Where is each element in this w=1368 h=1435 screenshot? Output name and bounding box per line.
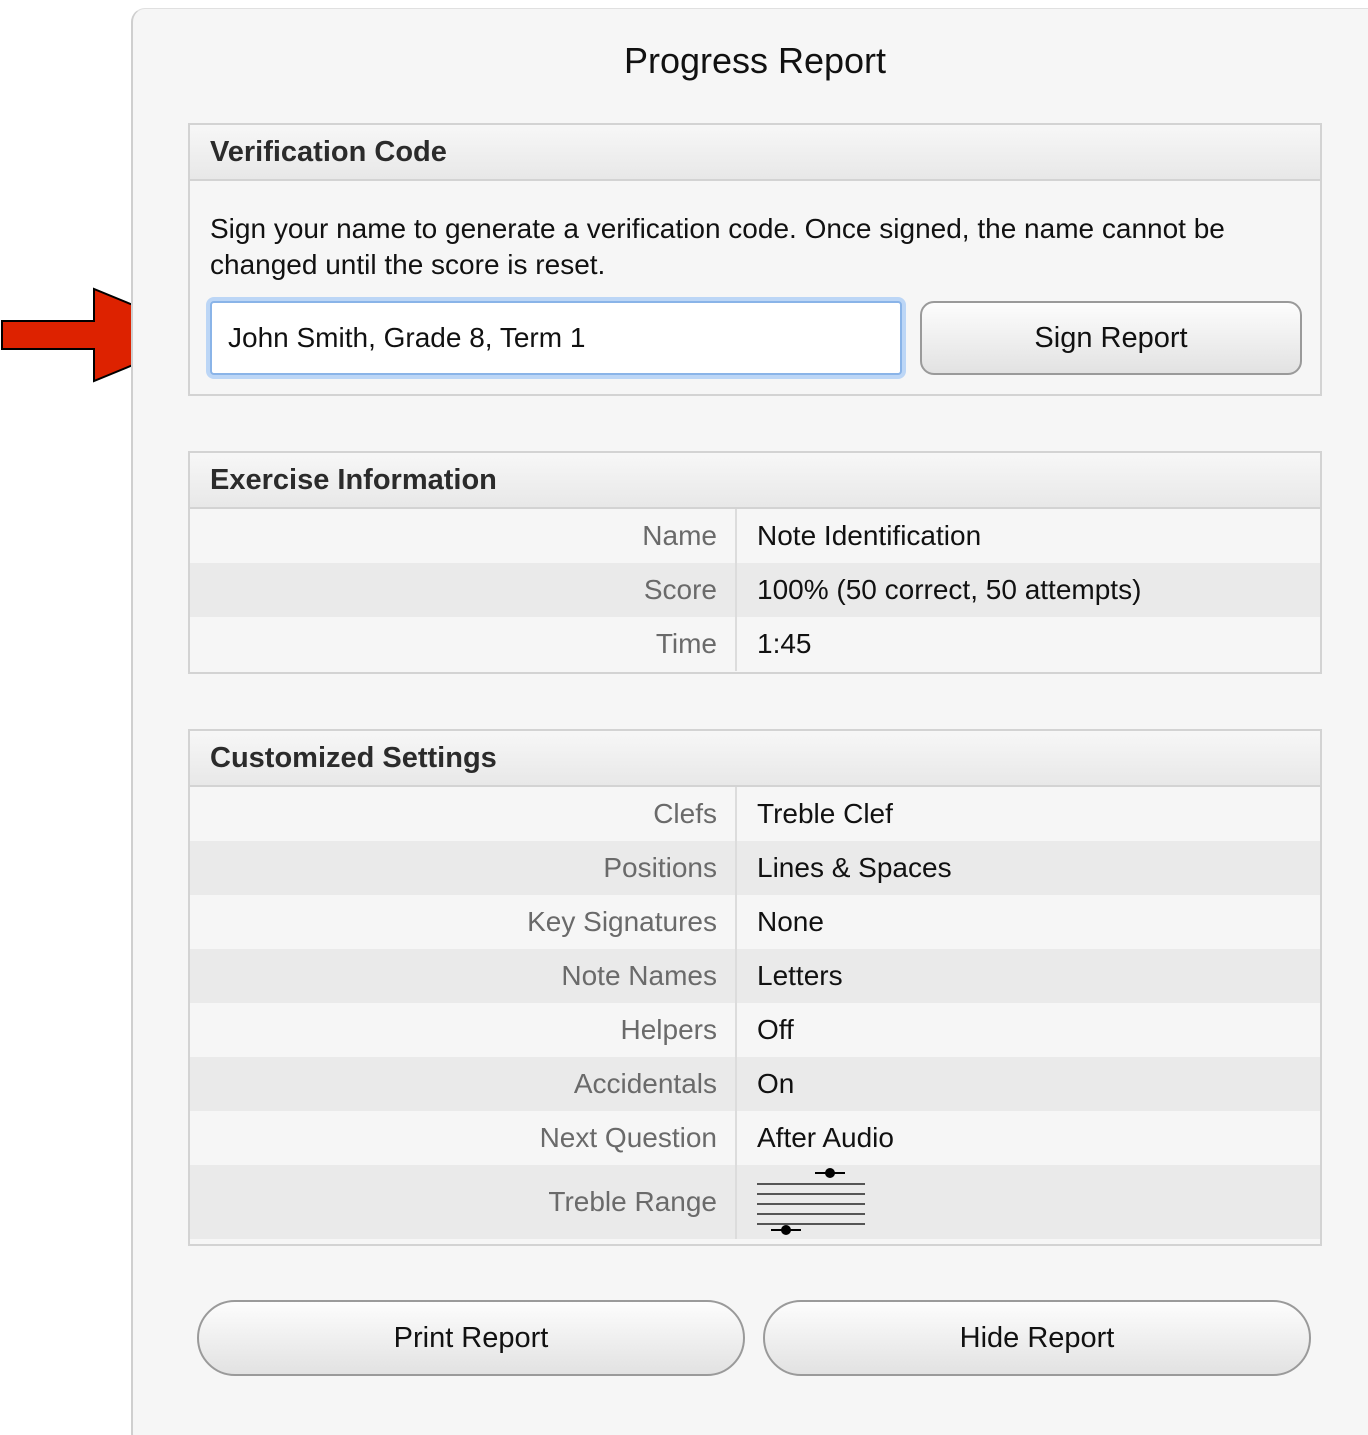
table-row: Score 100% (50 correct, 50 attempts) [190,563,1320,617]
row-value: 100% (50 correct, 50 attempts) [757,574,1142,605]
row-label: Time [190,617,737,671]
verification-section: Verification Code Sign your name to gene… [188,123,1322,396]
row-value: Lines & Spaces [757,852,952,883]
signature-name-input[interactable] [210,301,902,375]
customized-settings-section: Customized Settings Clefs Treble Clef Po… [188,729,1322,1246]
table-row: Clefs Treble Clef [190,787,1320,841]
row-label: Accidentals [190,1057,737,1111]
row-value: 1:45 [757,628,812,659]
row-value: None [757,906,824,937]
table-row: Name Note Identification [190,509,1320,563]
row-label: Note Names [190,949,737,1003]
table-row: Note Names Letters [190,949,1320,1003]
row-label: Next Question [190,1111,737,1165]
sign-report-button[interactable]: Sign Report [920,301,1302,375]
table-row: Time 1:45 [190,617,1320,671]
table-row: Positions Lines & Spaces [190,841,1320,895]
hide-report-button[interactable]: Hide Report [763,1300,1311,1376]
row-value: Note Identification [757,520,982,551]
exercise-information-section: Exercise Information Name Note Identific… [188,451,1322,674]
page-title: Progress Report [623,40,887,81]
table-row: Accidentals On [190,1057,1320,1111]
table-row: Key Signatures None [190,895,1320,949]
table-row: Treble Range [190,1165,1320,1239]
row-label: Clefs [190,787,737,841]
exercise-information-header: Exercise Information [190,453,1320,509]
table-row: Next Question After Audio [190,1111,1320,1165]
progress-report-page: Progress Report Verification Code Sign y… [0,0,1368,1435]
row-label: Key Signatures [190,895,737,949]
staff-range-icon [757,1168,865,1235]
row-label: Positions [190,841,737,895]
row-label: Score [190,563,737,617]
row-label: Name [190,509,737,563]
row-value: Treble Clef [757,798,893,829]
row-value: Off [757,1014,794,1045]
table-row: Helpers Off [190,1003,1320,1057]
print-report-button[interactable]: Print Report [197,1300,745,1376]
verification-header: Verification Code [190,125,1320,181]
row-value: Letters [757,960,843,991]
verification-instructions: Sign your name to generate a verificatio… [210,213,1225,280]
customized-settings-header: Customized Settings [190,731,1320,787]
row-label: Treble Range [190,1165,737,1239]
row-label: Helpers [190,1003,737,1057]
treble-range-value [737,1167,867,1237]
row-value: On [757,1068,795,1099]
row-value: After Audio [757,1122,894,1153]
